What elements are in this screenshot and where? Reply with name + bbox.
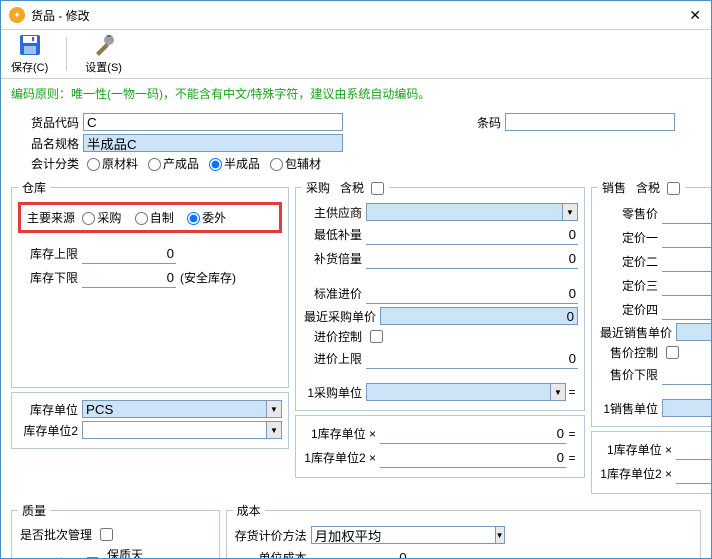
hint-text: 编码原则：唯一性(一物一码)，不能含有中文/特殊字符，建议由系统自动编码。 [1, 79, 711, 106]
purchase-tax-checkbox[interactable] [371, 182, 384, 195]
warehouse-legend: 仓库 [18, 179, 50, 196]
sale-wunit-input[interactable] [676, 439, 712, 460]
purchase-legend: 采购 含税 [302, 179, 390, 196]
purchase-conv-group: 1库存单位 ×= 1库存单位2 ×= [295, 415, 585, 478]
purchase-wunit2-input[interactable] [380, 447, 566, 468]
purchase-unit-combo[interactable]: ▼ [366, 383, 566, 401]
price1-input[interactable] [662, 227, 712, 248]
stock-unit-combo[interactable]: ▼ [82, 400, 282, 418]
save-icon [18, 33, 42, 57]
std-price-input[interactable] [366, 283, 578, 304]
purchase-wunit-input[interactable] [380, 423, 566, 444]
code-input[interactable] [83, 113, 343, 131]
acct-radio-semi[interactable]: 半成品 [205, 155, 260, 172]
batch-checkbox[interactable] [100, 528, 113, 541]
sales-legend: 销售 含税 [598, 179, 686, 196]
titlebar: ✦ 货品 - 修改 ✕ [1, 1, 711, 29]
chevron-down-icon[interactable]: ▼ [562, 203, 578, 221]
warehouse-unit-group: 库存单位 ▼ 库存单位2 ▼ [11, 392, 289, 449]
source-label: 主要来源 [27, 211, 75, 225]
stock-lower-label: 库存下限 [18, 269, 82, 286]
stock-unit2-combo[interactable]: ▼ [82, 421, 282, 439]
safety-stock-label: (安全库存) [180, 269, 236, 286]
warehouse-group: 仓库 主要来源 采购 自制 委外 库存上限 库存下限 (安全库存) [11, 179, 289, 388]
source-radio-purchase[interactable]: 采购 [78, 211, 121, 225]
price3-input[interactable] [662, 275, 712, 296]
chevron-down-icon[interactable]: ▼ [550, 383, 566, 401]
cost-group: 成本 存货计价方法 ▼ 单位成本 [226, 502, 701, 559]
app-window: ✦ 货品 - 修改 ✕ 保存(C) 设置(S) 编码原则：唯一性(一物一码)，不… [0, 0, 712, 559]
sales-conv-group: 1库存单位 ×= 1库存单位2 ×= [591, 431, 712, 494]
code-label: 货品代码 [11, 114, 83, 131]
app-icon: ✦ [9, 7, 25, 23]
spec-input[interactable] [83, 134, 343, 152]
retail-input[interactable] [662, 203, 712, 224]
sales-group: 销售 含税 零售价 定价一 定价二 定价三 定价四 最近销售单价 售价控制 售价… [591, 179, 712, 427]
toolbar-divider [66, 37, 67, 71]
acct-radio-raw[interactable]: 原材料 [83, 155, 138, 172]
barcode-input[interactable] [505, 113, 675, 131]
recent-sale-price [676, 323, 712, 341]
acct-radio-finished[interactable]: 产成品 [144, 155, 199, 172]
stock-upper-label: 库存上限 [18, 245, 82, 262]
settings-icon [92, 33, 116, 57]
chevron-down-icon[interactable]: ▼ [266, 421, 282, 439]
source-radio-outsource[interactable]: 委外 [183, 211, 226, 225]
spec-label: 品名规格 [11, 135, 83, 152]
min-replenish-input[interactable] [366, 224, 578, 245]
stock-lower-input[interactable] [82, 267, 176, 288]
sales-tax-checkbox[interactable] [667, 182, 680, 195]
sale-unit-combo[interactable]: ▼ [662, 399, 712, 417]
barcode-label: 条码 [461, 114, 505, 131]
purchase-ctrl-checkbox[interactable] [370, 330, 383, 343]
cost-method-combo[interactable]: ▼ [311, 526, 421, 544]
close-button[interactable]: ✕ [689, 7, 701, 24]
save-button[interactable]: 保存(C) [11, 33, 48, 75]
window-title: 货品 - 修改 [31, 7, 90, 24]
sale-lower-input[interactable] [662, 364, 712, 385]
source-radio-self[interactable]: 自制 [131, 211, 174, 225]
purchase-upper-input[interactable] [366, 348, 578, 369]
stock-unit2-label: 库存单位2 [18, 422, 82, 439]
purchase-group: 采购 含税 主供应商▼ 最低补量 补货倍量 标准进价 最近采购单价 进价控制 进… [295, 179, 585, 411]
chevron-down-icon[interactable]: ▼ [495, 526, 505, 544]
chevron-down-icon[interactable]: ▼ [266, 400, 282, 418]
quality-group: 质量 是否批次管理 保质期管理 保质天数 [11, 502, 220, 559]
recent-purchase-price [380, 307, 578, 325]
unit-cost-input[interactable] [311, 547, 409, 559]
toolbar: 保存(C) 设置(S) [1, 30, 711, 78]
price2-input[interactable] [662, 251, 712, 272]
sales-ctrl-checkbox[interactable] [666, 346, 679, 359]
supplier-combo[interactable]: ▼ [366, 203, 578, 221]
source-highlight: 主要来源 采购 自制 委外 [18, 202, 282, 233]
sale-wunit2-input[interactable] [676, 463, 712, 484]
stock-upper-input[interactable] [82, 243, 176, 264]
mult-replenish-input[interactable] [366, 248, 578, 269]
price4-input[interactable] [662, 299, 712, 320]
acct-label: 会计分类 [11, 155, 83, 172]
shelf-days-input[interactable] [149, 553, 213, 559]
stock-unit-label: 库存单位 [18, 401, 82, 418]
settings-button[interactable]: 设置(S) [85, 33, 122, 75]
acct-radio-pack[interactable]: 包辅材 [266, 155, 321, 172]
